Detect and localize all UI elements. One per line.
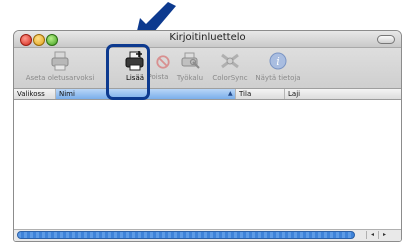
scroll-right-icon[interactable]: ▸ [378, 231, 390, 239]
delete-button[interactable]: Poista [148, 50, 174, 86]
column-header-type[interactable]: Laji [285, 89, 401, 99]
delete-icon [156, 55, 170, 69]
printer-default-icon [51, 51, 69, 71]
horizontal-scrollbar[interactable]: ◂ ▸ [14, 229, 401, 241]
printer-list-window: Kirjoitinluettelo Aseta oletusarvoksi Li… [13, 30, 402, 242]
window-title: Kirjoitinluettelo [169, 32, 246, 43]
info-icon: i [269, 52, 287, 70]
title-bar[interactable]: Kirjoitinluettelo [14, 31, 401, 48]
svg-text:i: i [276, 55, 280, 68]
colorsync-button[interactable]: ColorSync [210, 50, 250, 86]
sort-ascending-icon: ▲ [228, 90, 233, 97]
scroll-left-icon[interactable]: ◂ [366, 231, 378, 239]
utility-button[interactable]: Työkalu [174, 50, 206, 86]
set-default-button[interactable]: Aseta oletusarvoksi [16, 50, 104, 86]
toolbar: Aseta oletusarvoksi Lisää Poista Työkalu… [14, 48, 401, 89]
column-header-menu[interactable]: Valikoss [14, 89, 56, 99]
table-header: Valikoss Nimi ▲ Tila Laji [14, 89, 401, 100]
colorsync-label: ColorSync [212, 74, 248, 82]
column-header-status[interactable]: Tila [236, 89, 285, 99]
add-button-highlight [106, 44, 150, 100]
printer-utility-icon [181, 52, 200, 69]
colorsync-icon [221, 53, 239, 69]
set-default-label: Aseta oletusarvoksi [25, 74, 95, 82]
scrollbar-thumb[interactable] [17, 231, 355, 239]
printer-list[interactable] [14, 100, 401, 228]
utility-label: Työkalu [176, 74, 204, 82]
show-info-button[interactable]: i Näytä tietoja [252, 50, 304, 86]
show-info-label: Näytä tietoja [255, 74, 301, 82]
toolbar-toggle-button[interactable] [377, 35, 395, 44]
